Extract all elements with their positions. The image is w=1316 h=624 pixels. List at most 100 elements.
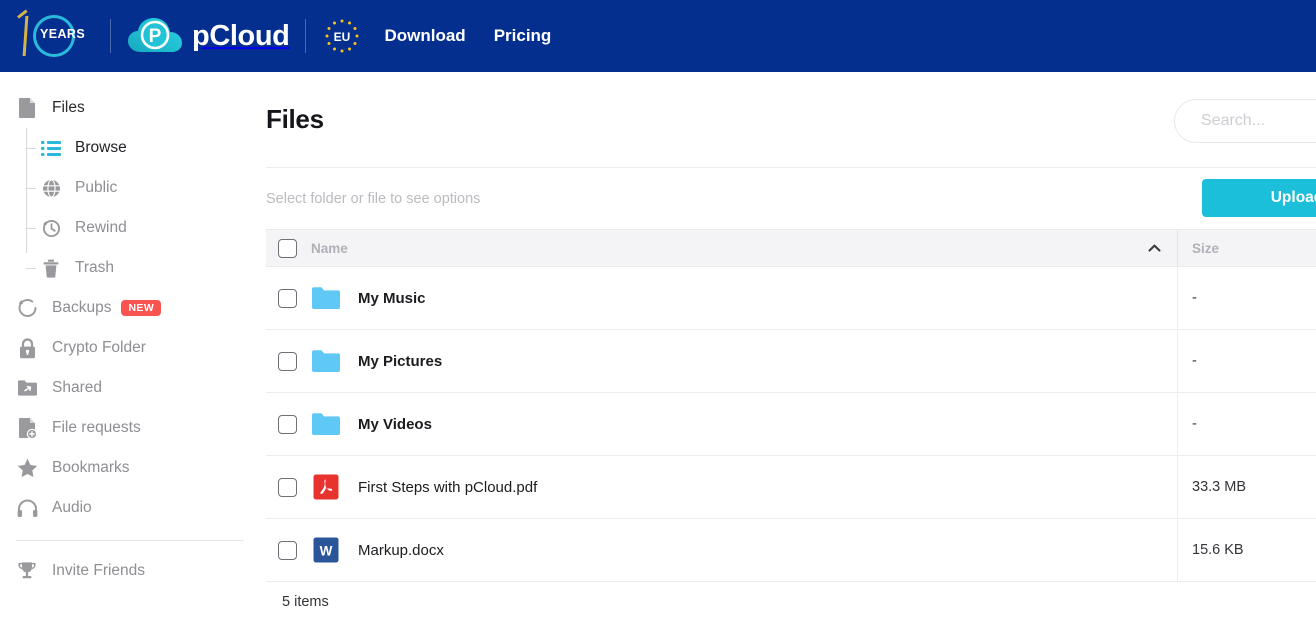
table-row[interactable]: My Pictures - bbox=[266, 330, 1316, 393]
file-request-icon bbox=[16, 417, 38, 439]
main-header: Files bbox=[266, 72, 1316, 168]
nav-link-download[interactable]: Download bbox=[384, 26, 465, 46]
row-name-cell: My Videos bbox=[266, 393, 1178, 455]
sidebar-item-rewind[interactable]: Rewind bbox=[34, 208, 260, 248]
lock-icon bbox=[16, 337, 38, 359]
upload-button[interactable]: Upload bbox=[1202, 179, 1316, 217]
sidebar-item-backups-label: Backups bbox=[52, 299, 111, 317]
sidebar-item-audio[interactable]: Audio bbox=[0, 488, 260, 528]
table-row[interactable]: My Videos - bbox=[266, 393, 1316, 456]
sidebar-item-bookmarks[interactable]: Bookmarks bbox=[0, 448, 260, 488]
star-icon bbox=[16, 457, 38, 479]
row-name-cell: First Steps with pCloud.pdf bbox=[266, 456, 1178, 518]
top-navigation-bar: YEARS P pCloud EU Dow bbox=[0, 0, 1316, 72]
sidebar-item-browse-label: Browse bbox=[75, 139, 127, 157]
row-checkbox[interactable] bbox=[278, 478, 297, 497]
pcloud-cloud-logo: P bbox=[127, 14, 183, 58]
svg-text:W: W bbox=[320, 544, 333, 559]
sidebar-divider bbox=[16, 540, 244, 541]
sidebar-item-public[interactable]: Public bbox=[34, 168, 260, 208]
row-size-cell: 33.3 MB bbox=[1178, 456, 1316, 518]
row-name-cell: My Pictures bbox=[266, 330, 1178, 392]
row-checkbox[interactable] bbox=[278, 352, 297, 371]
word-file-icon: W bbox=[311, 537, 341, 563]
column-header-size[interactable]: Size bbox=[1178, 230, 1316, 266]
sidebar-item-file-requests-label: File requests bbox=[52, 419, 141, 437]
row-file-name: Markup.docx bbox=[358, 542, 444, 559]
sidebar-item-files[interactable]: Files bbox=[0, 88, 260, 128]
sidebar-item-file-requests[interactable]: File requests bbox=[0, 408, 260, 448]
row-name-cell: My Music bbox=[266, 267, 1178, 329]
list-icon bbox=[40, 137, 62, 159]
sidebar-item-bookmarks-label: Bookmarks bbox=[52, 459, 130, 477]
action-toolbar: Select folder or file to see options Upl… bbox=[266, 168, 1316, 229]
headphones-icon bbox=[16, 497, 38, 519]
sidebar: Files Browse bbox=[0, 72, 260, 624]
search-box[interactable] bbox=[1174, 99, 1316, 143]
row-file-name: My Music bbox=[358, 290, 426, 307]
backup-restore-icon bbox=[16, 297, 38, 319]
row-file-name: My Pictures bbox=[358, 353, 442, 370]
row-checkbox[interactable] bbox=[278, 415, 297, 434]
years-badge-label: YEARS bbox=[40, 27, 85, 41]
toolbar-hint: Select folder or file to see options bbox=[266, 191, 480, 207]
sidebar-item-trash-label: Trash bbox=[75, 259, 114, 277]
sidebar-item-trash[interactable]: Trash bbox=[34, 248, 260, 288]
brand-name: pCloud bbox=[192, 20, 289, 53]
sidebar-item-rewind-label: Rewind bbox=[75, 219, 127, 237]
table-row[interactable]: First Steps with pCloud.pdf 33.3 MB bbox=[266, 456, 1316, 519]
row-size-cell: - bbox=[1178, 393, 1316, 455]
globe-icon bbox=[40, 177, 62, 199]
page-title: Files bbox=[266, 104, 324, 135]
shared-folder-icon bbox=[16, 377, 38, 399]
sidebar-item-shared-label: Shared bbox=[52, 379, 102, 397]
ten-years-anniversary-icon: YEARS bbox=[18, 13, 94, 59]
app-body: Files Browse bbox=[0, 72, 1316, 624]
sidebar-item-crypto-folder-label: Crypto Folder bbox=[52, 339, 146, 357]
folder-icon bbox=[311, 285, 341, 311]
item-count-label: 5 items bbox=[266, 582, 1316, 622]
trash-icon bbox=[40, 257, 62, 279]
sidebar-item-public-label: Public bbox=[75, 179, 117, 197]
row-size-cell: 15.6 KB bbox=[1178, 519, 1316, 581]
nav-link-pricing[interactable]: Pricing bbox=[494, 26, 552, 46]
status-badge-new: NEW bbox=[121, 300, 161, 317]
select-all-checkbox[interactable] bbox=[278, 239, 297, 258]
column-header-name-label: Name bbox=[311, 241, 348, 256]
row-file-name: My Videos bbox=[358, 416, 432, 433]
row-checkbox[interactable] bbox=[278, 541, 297, 560]
nav-divider bbox=[110, 19, 111, 53]
column-header-name[interactable]: Name bbox=[266, 230, 1178, 266]
sidebar-item-shared[interactable]: Shared bbox=[0, 368, 260, 408]
sidebar-item-browse[interactable]: Browse bbox=[34, 128, 260, 168]
chevron-up-icon[interactable] bbox=[1148, 242, 1161, 254]
sidebar-item-files-label: Files bbox=[52, 99, 85, 117]
trophy-icon bbox=[16, 560, 38, 582]
folder-icon bbox=[311, 411, 341, 437]
row-size-cell: - bbox=[1178, 330, 1316, 392]
svg-text:EU: EU bbox=[334, 30, 351, 44]
column-header-size-label: Size bbox=[1192, 241, 1219, 256]
search-input[interactable] bbox=[1201, 112, 1316, 130]
sidebar-item-crypto-folder[interactable]: Crypto Folder bbox=[0, 328, 260, 368]
pcloud-brand-logo[interactable]: P pCloud bbox=[127, 14, 289, 58]
table-row[interactable]: My Music - bbox=[266, 267, 1316, 330]
table-header-row: Name Size bbox=[266, 229, 1316, 267]
main-content: Files Select folder or file to see optio… bbox=[260, 72, 1316, 624]
table-row[interactable]: W Markup.docx 15.6 KB bbox=[266, 519, 1316, 582]
folder-icon bbox=[311, 348, 341, 374]
eu-flag-icon: EU bbox=[322, 16, 362, 56]
sidebar-item-backups[interactable]: Backups NEW bbox=[0, 288, 260, 328]
nav-divider-2 bbox=[305, 19, 306, 53]
pdf-file-icon bbox=[311, 474, 341, 500]
clock-rewind-icon bbox=[40, 217, 62, 239]
row-size-cell: - bbox=[1178, 267, 1316, 329]
sidebar-item-invite-friends[interactable]: Invite Friends bbox=[0, 551, 260, 591]
row-file-name: First Steps with pCloud.pdf bbox=[358, 479, 537, 496]
row-checkbox[interactable] bbox=[278, 289, 297, 308]
sidebar-item-audio-label: Audio bbox=[52, 499, 92, 517]
svg-text:P: P bbox=[149, 26, 162, 47]
row-name-cell: W Markup.docx bbox=[266, 519, 1178, 581]
file-icon bbox=[16, 97, 38, 119]
file-table: Name Size My bbox=[266, 229, 1316, 622]
